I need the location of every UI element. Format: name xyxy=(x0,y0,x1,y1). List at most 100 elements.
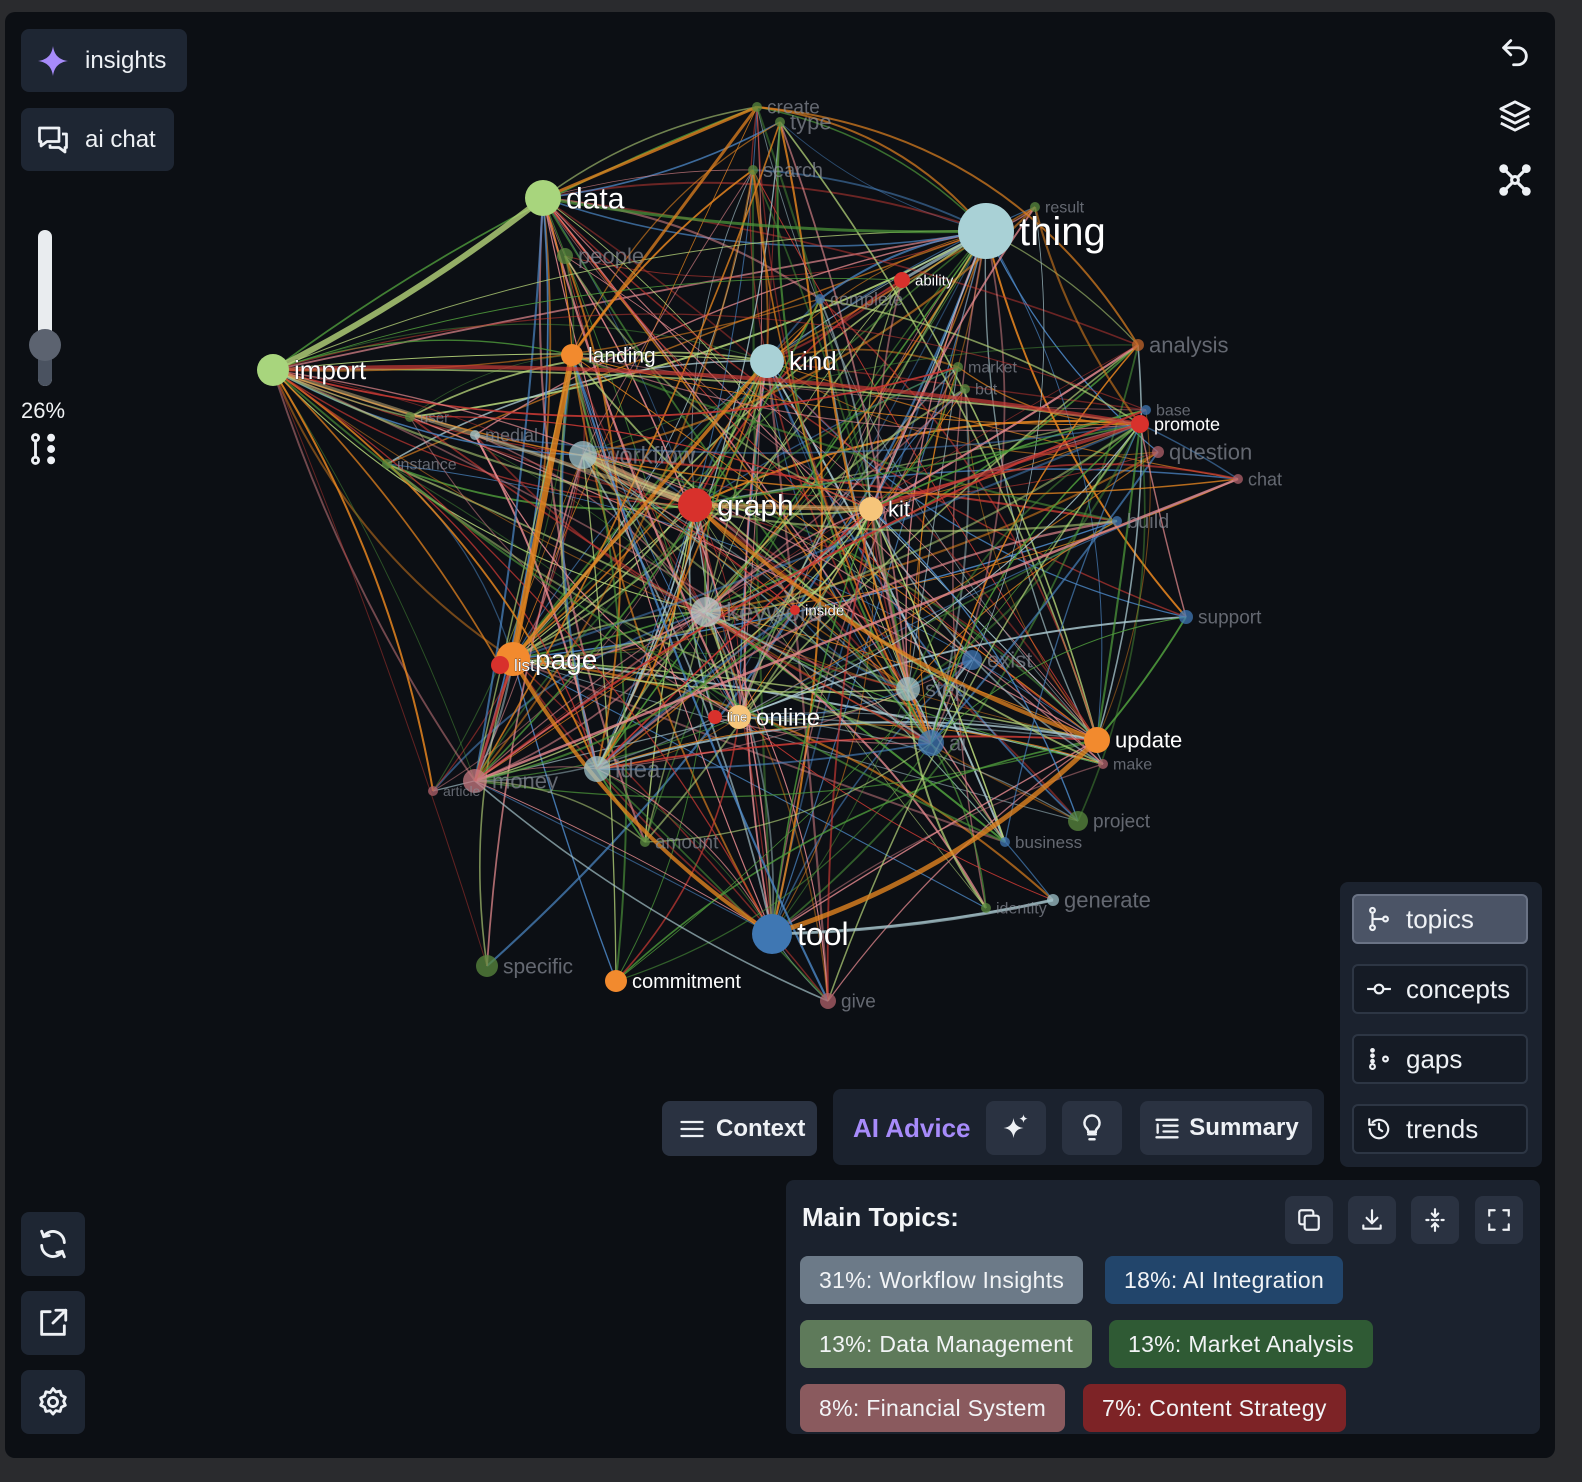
graph-node-dot[interactable] xyxy=(958,203,1014,259)
graph-node-dot[interactable] xyxy=(1141,405,1151,415)
mode-trends-button[interactable]: trends xyxy=(1352,1104,1528,1154)
graph-node-dot[interactable] xyxy=(382,459,392,469)
graph-node-dot[interactable] xyxy=(1000,837,1010,847)
graph-node-dot[interactable] xyxy=(748,165,758,175)
mode-concepts-button[interactable]: concepts xyxy=(1352,964,1528,1014)
graph-node[interactable]: support xyxy=(1179,608,1262,629)
copy-button[interactable] xyxy=(1285,1196,1333,1244)
graph-node-dot[interactable] xyxy=(1068,811,1088,831)
graph-node[interactable]: keyword xyxy=(691,597,823,627)
graph-node-dot[interactable] xyxy=(1030,202,1040,212)
graph-node-dot[interactable] xyxy=(257,354,289,386)
graph-node-dot[interactable] xyxy=(953,362,963,372)
graph-node-dot[interactable] xyxy=(569,441,597,469)
graph-node-dot[interactable] xyxy=(1233,474,1243,484)
graph-node-dot[interactable] xyxy=(894,272,910,288)
graph-node-dot[interactable] xyxy=(640,837,650,847)
graph-node[interactable]: specific xyxy=(476,955,573,978)
summary-button[interactable]: Summary xyxy=(1140,1101,1312,1155)
zoom-slider[interactable] xyxy=(38,230,52,386)
graph-node-dot[interactable] xyxy=(708,710,722,724)
graph-node[interactable]: idea xyxy=(584,756,661,783)
graph-node-dot[interactable] xyxy=(1131,415,1149,433)
collapse-button[interactable] xyxy=(1411,1196,1459,1244)
context-button[interactable]: Context xyxy=(662,1101,817,1156)
graph-node[interactable]: landing xyxy=(561,344,656,368)
graph-node-dot[interactable] xyxy=(815,294,825,304)
graph-node-dot[interactable] xyxy=(525,180,561,216)
topic-chip[interactable]: 13%: Data Management xyxy=(800,1320,1093,1368)
topic-chip[interactable]: 18%: AI Integration xyxy=(1105,1256,1344,1304)
graph-node[interactable]: chat xyxy=(1233,469,1282,489)
graph-node-dot[interactable] xyxy=(750,344,784,378)
graph-node[interactable]: line xyxy=(708,709,748,725)
topic-chip[interactable]: 13%: Market Analysis xyxy=(1109,1320,1373,1368)
graph-node[interactable]: tool xyxy=(752,914,849,954)
fullscreen-button[interactable] xyxy=(1475,1196,1523,1244)
graph-node-dot[interactable] xyxy=(962,650,982,670)
mode-topics-button[interactable]: topics xyxy=(1352,894,1528,944)
graph-node[interactable]: business xyxy=(1000,833,1082,852)
settings-button[interactable] xyxy=(21,1370,85,1434)
graph-node[interactable]: workflow xyxy=(569,441,696,469)
graph-node[interactable]: give xyxy=(820,992,876,1013)
graph-node-dot[interactable] xyxy=(790,605,800,615)
graph-node[interactable]: ability xyxy=(894,272,954,290)
graph-node-dot[interactable] xyxy=(491,656,509,674)
graph-node-dot[interactable] xyxy=(1132,339,1144,351)
node-spacing-icon[interactable] xyxy=(27,432,61,466)
graph-node[interactable]: data xyxy=(525,180,625,216)
share-button[interactable] xyxy=(21,1291,85,1355)
graph-node[interactable]: question xyxy=(1152,440,1252,465)
graph-node[interactable]: kind xyxy=(750,344,837,378)
graph-node-dot[interactable] xyxy=(561,344,583,366)
graph-node-dot[interactable] xyxy=(557,248,573,264)
graph-node-dot[interactable] xyxy=(405,412,415,422)
graph-node-dot[interactable] xyxy=(476,955,498,977)
graph-node-dot[interactable] xyxy=(896,677,920,701)
graph-node-dot[interactable] xyxy=(691,597,721,627)
graph-node[interactable]: step xyxy=(896,677,967,702)
graph-node[interactable]: make xyxy=(1098,757,1152,774)
graph-node-dot[interactable] xyxy=(960,384,970,394)
graph-node[interactable]: page xyxy=(496,642,598,676)
graph-node-dot[interactable] xyxy=(584,756,610,782)
layout-button[interactable] xyxy=(1493,158,1537,202)
graph-node[interactable]: project xyxy=(1068,811,1151,833)
graph-node[interactable]: ai xyxy=(918,730,966,756)
ai-generate-button[interactable] xyxy=(986,1101,1046,1155)
graph-node-dot[interactable] xyxy=(1084,727,1110,753)
graph-node-dot[interactable] xyxy=(820,993,836,1009)
graph-node-dot[interactable] xyxy=(1047,894,1059,906)
topic-chip[interactable]: 7%: Content Strategy xyxy=(1083,1384,1346,1432)
ai-chat-button[interactable]: ai chat xyxy=(21,108,174,171)
graph-node-dot[interactable] xyxy=(1152,446,1164,458)
refresh-button[interactable] xyxy=(21,1212,85,1276)
layers-button[interactable] xyxy=(1493,94,1537,138)
graph-node-dot[interactable] xyxy=(752,914,792,954)
graph-node[interactable]: base xyxy=(1141,403,1191,420)
graph-node-dot[interactable] xyxy=(981,903,991,913)
graph-node-dot[interactable] xyxy=(1179,610,1193,624)
graph-node[interactable]: user xyxy=(405,409,449,426)
topic-chip[interactable]: 8%: Financial System xyxy=(800,1384,1066,1432)
graph-node-dot[interactable] xyxy=(428,786,438,796)
graph-node[interactable]: build xyxy=(1112,511,1169,533)
graph-node[interactable]: identity xyxy=(981,901,1047,918)
graph-node[interactable]: market xyxy=(953,360,1017,377)
topic-chip[interactable]: 31%: Workflow Insights xyxy=(800,1256,1084,1304)
undo-button[interactable] xyxy=(1493,30,1537,74)
graph-node[interactable]: list xyxy=(491,656,535,675)
insights-button[interactable]: insights xyxy=(21,29,187,92)
idea-button[interactable] xyxy=(1062,1101,1122,1155)
graph-node-dot[interactable] xyxy=(859,497,883,521)
mode-gaps-button[interactable]: gaps xyxy=(1352,1034,1528,1084)
graph-node-dot[interactable] xyxy=(752,102,762,112)
graph-node[interactable]: analysis xyxy=(1132,333,1228,358)
graph-node[interactable]: exist xyxy=(962,648,1032,673)
graph-node-dot[interactable] xyxy=(605,970,627,992)
download-button[interactable] xyxy=(1348,1196,1396,1244)
graph-node-dot[interactable] xyxy=(1098,759,1108,769)
graph-node[interactable]: import xyxy=(257,354,367,386)
graph-node-dot[interactable] xyxy=(918,730,944,756)
